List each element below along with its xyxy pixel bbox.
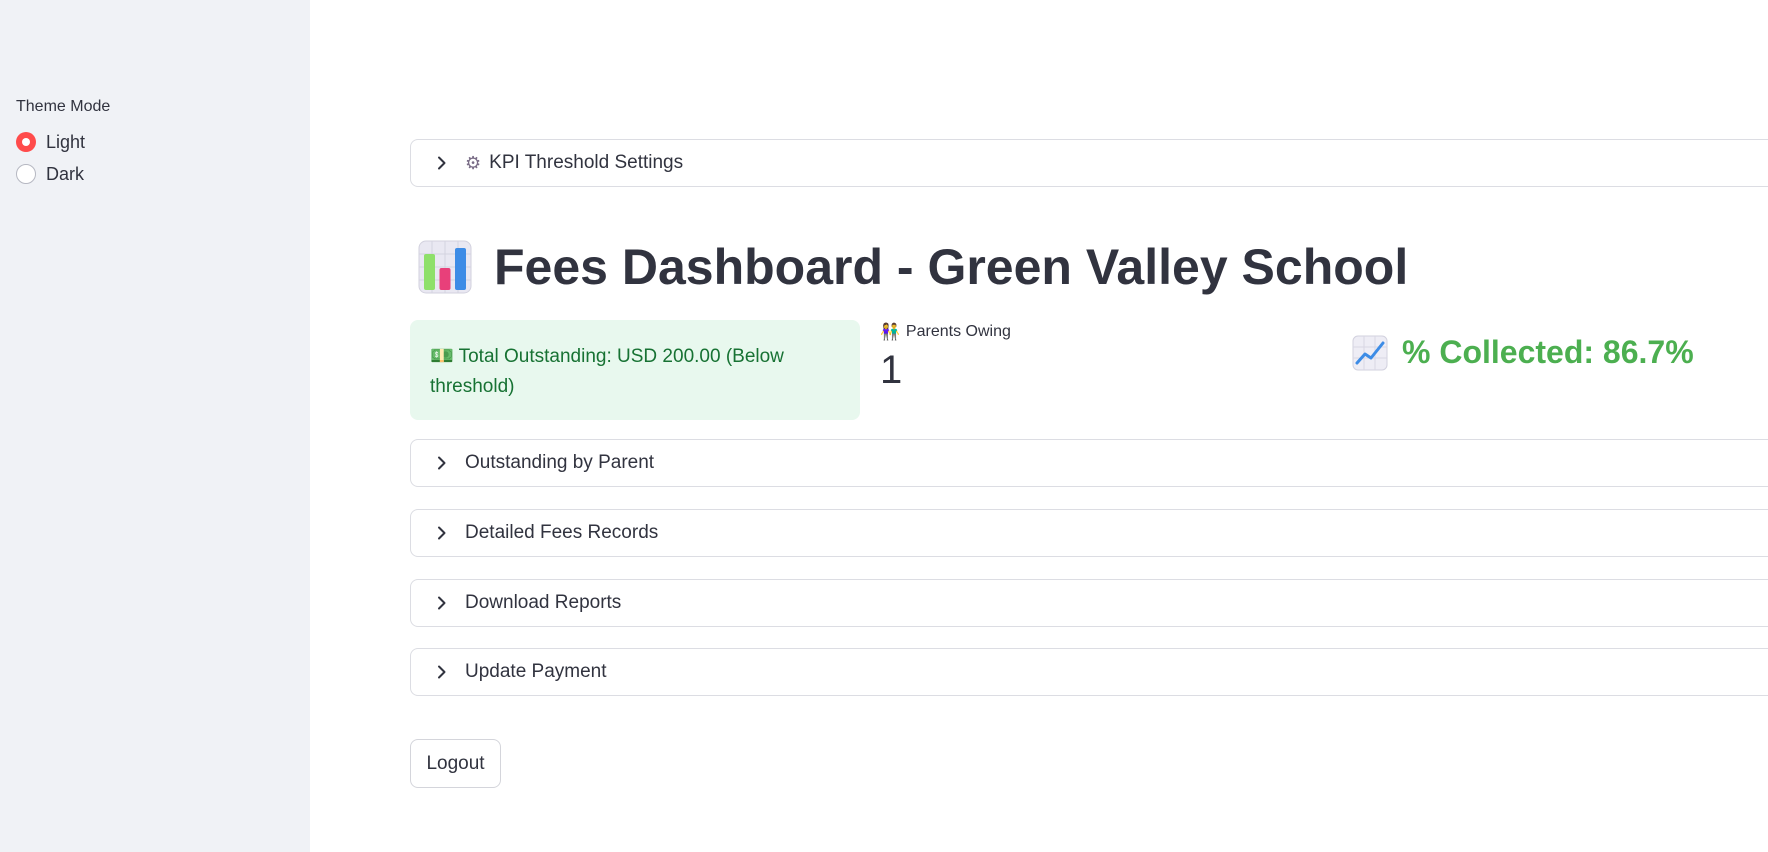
expander-download-reports[interactable]: Download Reports bbox=[410, 579, 1768, 627]
people-icon: 👫 bbox=[880, 324, 900, 341]
trend-up-chart-icon bbox=[1352, 335, 1388, 370]
logout-button[interactable]: Logout bbox=[410, 739, 501, 788]
percent-collected: % Collected: 86.7% bbox=[1352, 334, 1694, 371]
chevron-right-icon bbox=[433, 594, 451, 612]
expander-outstanding-by-parent[interactable]: Outstanding by Parent bbox=[410, 439, 1768, 487]
main-content: ⚙ KPI Threshold Settings Fees Dashboard … bbox=[310, 0, 1768, 852]
money-icon: 💵 bbox=[430, 346, 454, 367]
bar-chart-icon bbox=[418, 240, 472, 294]
outstanding-success-alert: 💵 Total Outstanding: USD 200.00 (Below t… bbox=[410, 320, 860, 420]
chevron-right-icon bbox=[433, 524, 451, 542]
chevron-right-icon bbox=[433, 454, 451, 472]
metric-label: Parents Owing bbox=[905, 323, 1011, 340]
theme-option-label: Dark bbox=[46, 163, 85, 184]
expander-kpi-threshold-settings[interactable]: ⚙ KPI Threshold Settings bbox=[410, 139, 1768, 187]
chevron-right-icon bbox=[433, 663, 451, 681]
theme-option-label: Light bbox=[46, 131, 86, 152]
collected-text: % Collected: 86.7% bbox=[1402, 334, 1694, 370]
expander-label: KPI Threshold Settings bbox=[489, 152, 684, 173]
theme-option-light[interactable]: Light bbox=[16, 126, 110, 158]
theme-mode-label: Theme Mode bbox=[16, 98, 111, 115]
expander-detailed-fees-records[interactable]: Detailed Fees Records bbox=[410, 509, 1768, 557]
theme-mode-radio-group: Theme Mode Light Dark bbox=[16, 98, 110, 190]
expander-update-payment[interactable]: Update Payment bbox=[410, 648, 1768, 696]
page-title-row: Fees Dashboard - Green Valley School bbox=[418, 232, 1408, 302]
expander-label: Detailed Fees Records bbox=[465, 522, 659, 543]
parents-owing-metric: 👫 Parents Owing 1 bbox=[880, 322, 1011, 393]
theme-option-dark[interactable]: Dark bbox=[16, 158, 110, 190]
expander-label: Download Reports bbox=[465, 592, 622, 613]
sidebar: Theme Mode Light Dark bbox=[0, 0, 310, 852]
page-title: Fees Dashboard - Green Valley School bbox=[494, 239, 1409, 295]
chevron-right-icon bbox=[433, 154, 451, 172]
gear-icon: ⚙ bbox=[465, 152, 482, 173]
expander-label: Update Payment bbox=[465, 661, 607, 682]
outstanding-text: Total Outstanding: USD 200.00 (Below thr… bbox=[430, 346, 784, 397]
metric-value: 1 bbox=[880, 348, 903, 392]
expander-label: Outstanding by Parent bbox=[465, 452, 655, 473]
radio-unselected-icon[interactable] bbox=[16, 164, 36, 184]
radio-selected-icon[interactable] bbox=[16, 132, 36, 152]
